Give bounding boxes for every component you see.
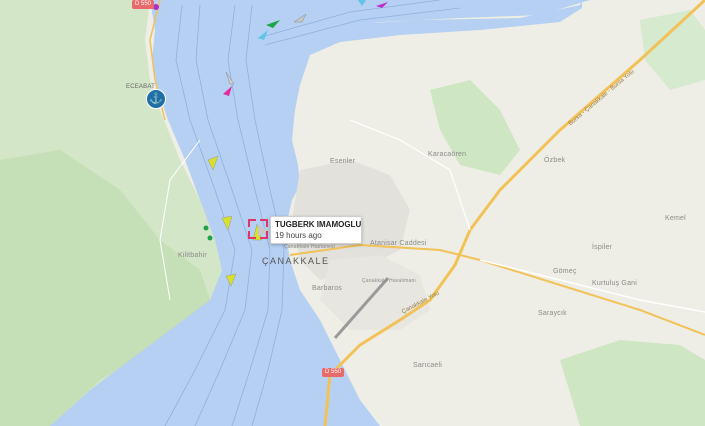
place-label-barbaros: Barbaros: [312, 285, 343, 292]
place-label-gomec: Gömeç: [553, 268, 577, 275]
place-label-kemel: Kemel: [665, 215, 686, 222]
vessel-dot-icon[interactable]: [207, 235, 213, 241]
place-label-airport: Çanakkale Havalimanı: [362, 278, 417, 284]
vessel-last-seen: 19 hours ago: [275, 231, 322, 240]
vessel-dot-icon[interactable]: [203, 225, 209, 231]
street-label-atanisar: Atanisar Caddesi: [370, 240, 427, 247]
selection-marker-icon[interactable]: [248, 219, 268, 239]
place-label-hospital: Çanakkale Hastanesi: [284, 244, 336, 250]
highway-shield: D 550: [322, 368, 345, 377]
place-label-kilitbahir: Kilitbahir: [178, 252, 207, 259]
anchor-icon[interactable]: ⚓: [146, 89, 166, 109]
place-label-ozbek: Özbek: [544, 157, 566, 164]
place-label-ispiler: İspiler: [592, 244, 613, 251]
forest-patch: [560, 340, 705, 426]
map-view[interactable]: D 550 D 550 ECEABAT ÇANAKKALE Kilitbahir…: [0, 0, 705, 426]
place-label-saricaeli: Sarıcaeli: [413, 362, 443, 369]
vessel-tooltip[interactable]: TUGBERK IMAMOGLU 19 hours ago: [270, 216, 362, 244]
place-label-saraycik: Saraycık: [538, 310, 567, 317]
place-label-esenler: Esenler: [330, 158, 356, 165]
highway-shield: D 550: [132, 0, 155, 9]
map-canvas[interactable]: [0, 0, 705, 426]
place-label-kurtulus: Kurtuluş Gani: [592, 280, 638, 287]
place-label-canakkale: ÇANAKKALE: [262, 256, 330, 266]
place-label-karacaoren: Karacaören: [428, 151, 467, 158]
vessel-name: TUGBERK IMAMOGLU: [275, 220, 362, 229]
